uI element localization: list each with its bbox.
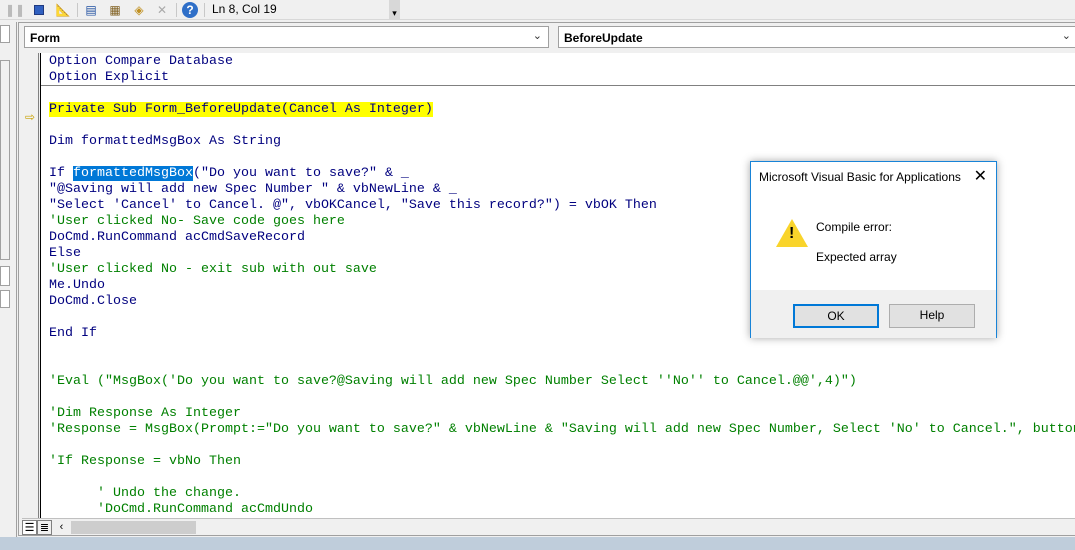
chevron-down-icon: ⌄ bbox=[532, 30, 542, 42]
code-line: Else bbox=[49, 246, 81, 261]
code-comment-line: 'Dim Response As Integer bbox=[49, 406, 241, 421]
error-dialog: Microsoft Visual Basic for Applications … bbox=[750, 161, 997, 338]
code-line: Dim formattedMsgBox As String bbox=[49, 134, 281, 149]
warning-icon: ! bbox=[776, 219, 808, 247]
immediate-window-titlebar bbox=[0, 537, 1075, 550]
ok-button[interactable]: OK bbox=[793, 304, 879, 328]
object-browser-icon[interactable]: ◈ bbox=[130, 1, 148, 18]
dialog-title: Microsoft Visual Basic for Applications bbox=[759, 170, 961, 184]
code-comment-line: 'User clicked No- Save code goes here bbox=[49, 214, 345, 229]
code-comment-line: 'Eval ("MsgBox('Do you want to save?@Sav… bbox=[49, 374, 857, 389]
code-comment-line: 'DoCmd.RunCommand acCmdUndo bbox=[49, 502, 313, 517]
code-comment-line: ' Undo the change. bbox=[49, 486, 241, 501]
horizontal-scrollbar[interactable]: ☰ ≣ ‹ bbox=[22, 518, 1075, 535]
full-module-view-button[interactable]: ≣ bbox=[37, 520, 52, 535]
procedure-view-button[interactable]: ☰ bbox=[22, 520, 37, 535]
toolbar: ❚❚ 📐 ▤ ▦ ◈ ✕ ? Ln 8, Col 19 ▾ bbox=[0, 0, 1075, 20]
error-message: Expected array bbox=[816, 250, 897, 264]
pause-icon[interactable]: ❚❚ bbox=[5, 1, 25, 18]
code-line: End If bbox=[49, 326, 97, 341]
procedure-separator bbox=[41, 85, 1075, 86]
cursor-position: Ln 8, Col 19 bbox=[212, 2, 277, 16]
text-selection: formattedMsgBox bbox=[73, 166, 193, 181]
code-line: "Select 'Cancel' to Cancel. @", vbOKCanc… bbox=[49, 198, 657, 213]
code-line: DoCmd.Close bbox=[49, 294, 137, 309]
chevron-down-icon: ⌄ bbox=[1061, 30, 1071, 42]
code-line: DoCmd.RunCommand acCmdSaveRecord bbox=[49, 230, 305, 245]
error-title: Compile error: bbox=[816, 220, 893, 234]
code-line: Private Sub Form_BeforeUpdate(Cancel As … bbox=[49, 102, 433, 118]
project-explorer-icon[interactable]: ▤ bbox=[82, 1, 100, 18]
code-line: Option Explicit bbox=[49, 70, 169, 85]
margin-indicator-bar[interactable]: ⇨ bbox=[22, 53, 39, 518]
toolbar-options-button[interactable]: ▾ bbox=[389, 0, 400, 20]
stop-icon[interactable] bbox=[30, 1, 48, 18]
help-button[interactable]: Help bbox=[889, 304, 975, 328]
design-mode-icon[interactable]: 📐 bbox=[54, 1, 72, 18]
code-line: Option Compare Database bbox=[49, 54, 233, 69]
execution-arrow-icon: ⇨ bbox=[25, 110, 36, 124]
toolbox-icon[interactable]: ✕ bbox=[153, 1, 171, 18]
code-comment-line: 'If Response = vbNo Then bbox=[49, 454, 241, 469]
object-combo[interactable]: Form ⌄ bbox=[24, 26, 549, 48]
project-panel bbox=[0, 22, 17, 537]
code-line: "@Saving will add new Spec Number " & vb… bbox=[49, 182, 457, 197]
dialog-footer: OK Help bbox=[751, 290, 996, 338]
close-icon[interactable]: ✕ bbox=[974, 166, 987, 186]
scroll-left-icon[interactable]: ‹ bbox=[54, 520, 69, 535]
code-line: Me.Undo bbox=[49, 278, 105, 293]
properties-icon[interactable]: ▦ bbox=[106, 1, 124, 18]
procedure-combo[interactable]: BeforeUpdate ⌄ bbox=[558, 26, 1075, 48]
code-line: If formattedMsgBox("Do you want to save?… bbox=[49, 166, 409, 181]
code-comment-line: 'User clicked No - exit sub with out sav… bbox=[49, 262, 377, 277]
current-statement: Private Sub Form_BeforeUpdate(Cancel As … bbox=[49, 102, 433, 117]
scrollbar-thumb[interactable] bbox=[71, 521, 196, 534]
help-icon[interactable]: ? bbox=[181, 1, 199, 18]
code-comment-line: 'Response = MsgBox(Prompt:="Do you want … bbox=[49, 422, 1075, 437]
